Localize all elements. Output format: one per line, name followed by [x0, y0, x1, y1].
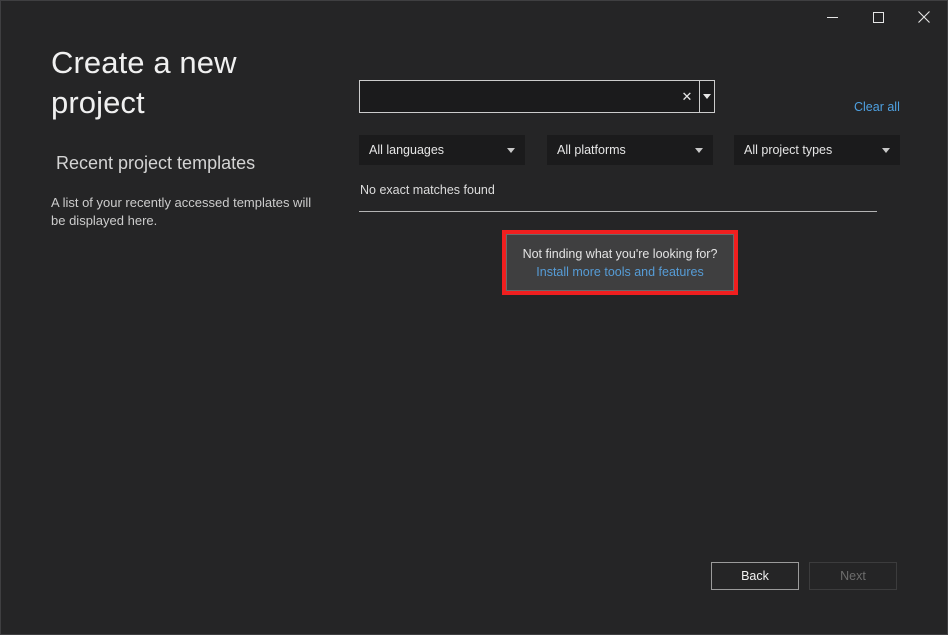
- maximize-button[interactable]: [855, 1, 901, 33]
- install-tools-highlight: Not finding what you're looking for? Ins…: [502, 230, 738, 295]
- install-panel-prompt: Not finding what you're looking for?: [523, 245, 718, 263]
- back-button[interactable]: Back: [711, 562, 799, 590]
- page-title: Create a new project: [51, 43, 266, 123]
- install-tools-panel[interactable]: Not finding what you're looking for? Ins…: [506, 234, 734, 291]
- results-divider: [359, 211, 877, 212]
- minimize-icon: [827, 12, 838, 23]
- recent-templates-heading: Recent project templates: [56, 153, 341, 174]
- recent-templates-empty-text: A list of your recently accessed templat…: [51, 194, 313, 230]
- chevron-down-icon: [882, 148, 900, 153]
- filter-platforms-label: All platforms: [547, 143, 695, 157]
- maximize-icon: [873, 12, 884, 23]
- close-button[interactable]: [901, 1, 947, 33]
- filter-languages-label: All languages: [359, 143, 507, 157]
- filter-project-types-label: All project types: [734, 143, 882, 157]
- search-history-dropdown-icon[interactable]: [700, 81, 714, 112]
- chevron-down-icon: [695, 148, 713, 153]
- search-box[interactable]: ✕: [359, 80, 715, 113]
- left-pane: Create a new project Recent project temp…: [51, 43, 341, 230]
- next-button: Next: [809, 562, 897, 590]
- search-input[interactable]: [360, 81, 675, 112]
- clear-search-icon[interactable]: ✕: [675, 81, 699, 112]
- filter-all-platforms[interactable]: All platforms: [547, 135, 713, 165]
- create-new-project-dialog: Create a new project Recent project temp…: [0, 0, 948, 635]
- install-more-tools-link[interactable]: Install more tools and features: [536, 263, 703, 281]
- close-icon: [918, 11, 930, 23]
- minimize-button[interactable]: [809, 1, 855, 33]
- clear-all-link[interactable]: Clear all: [854, 100, 900, 114]
- filter-all-project-types[interactable]: All project types: [734, 135, 900, 165]
- chevron-down-icon: [507, 148, 525, 153]
- window-titlebar: [1, 1, 947, 34]
- filter-all-languages[interactable]: All languages: [359, 135, 525, 165]
- no-matches-status: No exact matches found: [360, 183, 495, 197]
